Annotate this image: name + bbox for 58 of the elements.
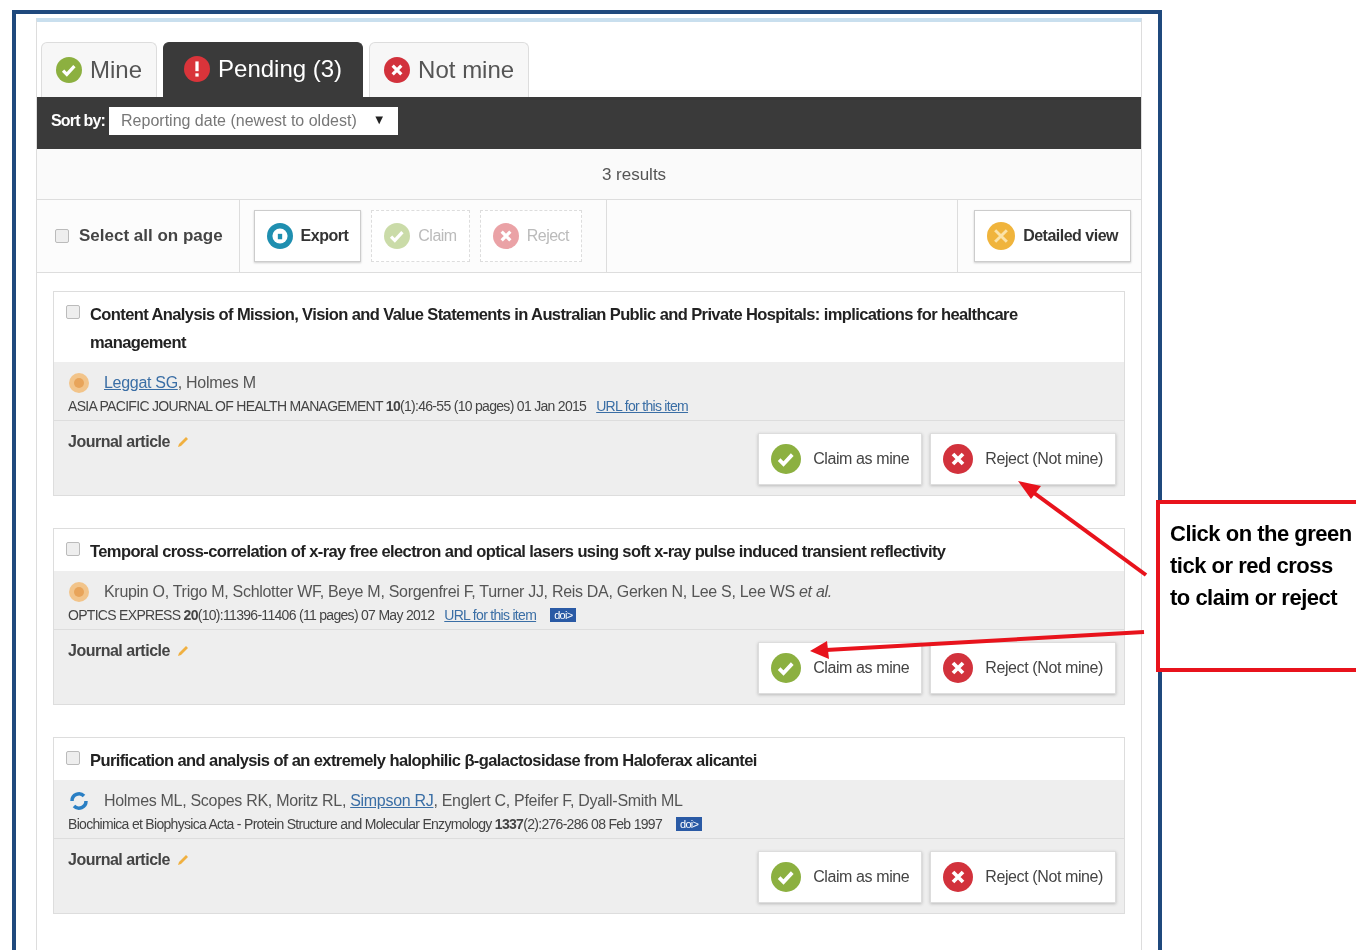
tab[interactable]: Pending (3) — [163, 42, 364, 97]
pencil-icon — [175, 435, 190, 449]
check-icon — [56, 57, 82, 83]
close-icon — [943, 653, 974, 683]
sort-label: Sort by: — [51, 112, 106, 130]
close-icon — [384, 57, 411, 83]
publication-title: Purification and analysis of an extremely halophilic β-galactosidase from Haloferax alicantei — [90, 750, 757, 771]
publication-title: Temporal cross-correlation of x-ray free electron and optical lasers using soft x-ray pulse induced transient reflectivity — [90, 541, 946, 562]
tab[interactable]: Mine — [41, 42, 158, 97]
circle-icon — [68, 372, 90, 394]
citation: OPTICS EXPRESS 20(10):11396-11406 (11 pages) 07 May 2012 — [68, 607, 435, 623]
arrows-icon — [68, 790, 90, 812]
circle-icon — [68, 581, 90, 603]
publication-type: Journal article — [68, 642, 170, 660]
results-count: 3 results — [37, 149, 1141, 200]
reject-button[interactable]: Reject (Not mine) — [930, 433, 1116, 485]
doi-link[interactable]: doi> — [550, 608, 577, 622]
alert-icon — [184, 56, 211, 82]
url-link[interactable]: URL for this item — [596, 398, 689, 414]
check-icon — [771, 653, 802, 683]
author-names: Krupin O, Trigo M, Schlotter WF, Beye M, Sorgenfrei F, Turner JJ, Reis DA, Gerken N, Lee S, Lee WS et al. — [104, 583, 832, 601]
claim-button[interactable]: Claim as mine — [758, 851, 923, 903]
claim-button[interactable]: Claim as mine — [758, 642, 923, 694]
checkbox[interactable] — [66, 542, 80, 556]
sort-dropdown[interactable]: Reporting date (newest to oldest) ▼ — [109, 107, 398, 135]
pencil-icon — [175, 644, 190, 658]
pencil-icon — [175, 853, 190, 867]
doi-link[interactable]: doi> — [676, 817, 703, 831]
publication-type: Journal article — [68, 433, 170, 451]
check-icon — [771, 862, 802, 892]
claim-button[interactable]: Claim as mine — [758, 433, 923, 485]
export-icon — [266, 223, 293, 249]
author-names: , Englert C, Pfeifer F, Dyall-Smith ML — [433, 792, 683, 810]
select-all-label: Select all on page — [79, 226, 223, 246]
toolbar-button[interactable]: Export — [253, 210, 362, 262]
author-link[interactable]: Leggat SG — [104, 374, 178, 392]
url-link[interactable]: URL for this item — [444, 607, 537, 623]
author-names: , Holmes M — [177, 374, 256, 392]
checkbox[interactable] — [66, 751, 80, 765]
publication-type: Journal article — [68, 851, 170, 869]
tab[interactable]: Not mine — [369, 42, 530, 97]
checkbox[interactable] — [55, 229, 69, 243]
detail-icon — [987, 222, 1016, 250]
author-link[interactable]: Simpson RJ — [350, 792, 434, 810]
reject-button[interactable]: Reject (Not mine) — [930, 642, 1116, 694]
publication-title: Content Analysis of Mission, Vision and Value Statements in Australian Public and Private Hospitals: implications for healthcare management — [90, 304, 1019, 353]
citation: ASIA PACIFIC JOURNAL OF HEALTH MANAGEMENT 10(1):46-55 (10 pages) 01 Jan 2015 — [68, 398, 587, 414]
check-icon — [384, 223, 411, 249]
reject-button[interactable]: Reject (Not mine) — [930, 851, 1116, 903]
callout-box: Click on the green tick or red cross to claim or reject — [1156, 500, 1356, 672]
close-icon — [943, 444, 974, 474]
checkbox[interactable] — [66, 305, 80, 319]
citation: Biochimica et Biophysica Acta - Protein Structure and Molecular Enzymology 1337(2):276-286 08 Feb 1997 — [68, 816, 662, 832]
author-names: Holmes ML, Scopes RK, Moritz RL, — [104, 792, 348, 810]
check-icon — [771, 444, 802, 474]
close-icon — [943, 862, 974, 892]
close-icon — [492, 223, 519, 249]
detailed-view-button[interactable]: Detailed view — [974, 210, 1131, 262]
